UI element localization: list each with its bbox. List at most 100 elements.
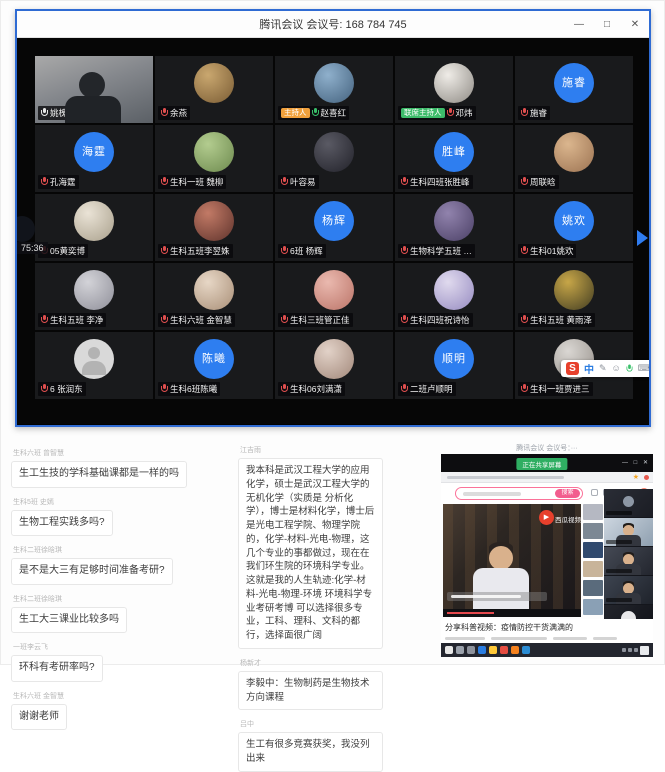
profile-dot-icon [644,475,649,480]
participant-tile[interactable]: 顺明 二班卢顺明 [395,332,513,399]
participant-name: 6班 杨辉 [290,245,323,257]
share-window-controls[interactable]: — □ ✕ [622,459,650,466]
chat-sender: 生科二班徐晗琪 [13,594,233,604]
participant-tile[interactable]: 联席主持人 邓炜 [395,56,513,123]
participant-tile[interactable]: 胜峰 生科四班张胜峰 [395,125,513,192]
meeting-thumbnail[interactable] [604,576,653,604]
system-tray[interactable] [622,646,649,655]
participant-name: 赵喜红 [321,107,347,119]
search-button[interactable]: 搜索 [555,489,580,498]
upload-icon[interactable] [591,489,598,496]
next-page-arrow-icon[interactable] [637,230,648,246]
taskbar-app-icon[interactable] [522,646,530,654]
participant-tile[interactable]: 生物科学五班 … [395,194,513,261]
ime-emoji-icon[interactable]: ☺ [612,360,621,377]
chat-middle-column: 江吉雨 我本科是武汉工程大学的应用化学，硕士是武汉工程大学的无机化学（实质是 分… [238,445,383,772]
taskbar-app-icon[interactable] [456,646,464,654]
play-button-icon[interactable]: ▶ [539,510,554,525]
mic-icon [401,384,408,394]
taskbar-app-icon[interactable] [478,646,486,654]
participant-name: 施睿 [530,107,547,119]
meeting-thumbnail[interactable] [604,547,653,575]
mic-icon [281,246,288,256]
progress-bar[interactable] [443,609,581,617]
chat-sender: 生科5班 史嫣 [13,497,233,507]
participant-tile[interactable]: 余燕 [155,56,273,123]
participant-tile[interactable]: 生科06刘满潇 [275,332,393,399]
ime-language-toggle[interactable]: 中 [584,361,594,376]
name-tag: 联席主持人 邓炜 [398,106,476,120]
participant-name: 生科六班 金智慧 [170,314,232,326]
participant-tile[interactable]: 生科五班李翌姝 [155,194,273,261]
participant-name: 余燕 [170,107,187,119]
taskbar-app-icon[interactable] [489,646,497,654]
meeting-thumbnail[interactable] [604,489,653,517]
taskbar-app-icon[interactable] [467,646,475,654]
participant-tile[interactable]: 主持人 赵喜红 [275,56,393,123]
participant-tile[interactable]: 生科五班 黄雨泽 [515,263,633,330]
participant-tile[interactable]: 生科一班 魏柳 [155,125,273,192]
sogou-logo-icon[interactable]: S [566,362,579,375]
taskbar-app-icon[interactable] [445,646,453,654]
participant-avatar [74,270,114,310]
participant-tile[interactable]: 生科五班 李净 [35,263,153,330]
participant-tile[interactable]: 生科三班管正佳 [275,263,393,330]
participant-name: 生科五班 李净 [50,314,103,326]
bookmark-star-icon[interactable]: ★ [633,473,639,481]
participant-tile[interactable]: 05黄奕博 [35,194,153,261]
related-video-thumb[interactable] [583,523,603,539]
participant-tile[interactable]: 陈曦 生科6班陈曦 [155,332,273,399]
participant-tile[interactable]: 施睿 施睿 [515,56,633,123]
related-video-thumb[interactable] [583,561,603,577]
participant-avatar [434,201,474,241]
participant-tile[interactable]: 杨辉 6班 杨辉 [275,194,393,261]
name-tag: 生科五班 李净 [38,313,106,327]
participant-tile[interactable]: 生科六班 金智慧 [155,263,273,330]
participant-tile[interactable]: 6 张润东 [35,332,153,399]
name-tag: 二班卢顺明 [398,382,456,396]
participant-tile[interactable]: 生科四班祝诗怡 [395,263,513,330]
participant-tile[interactable]: 叶容易 [275,125,393,192]
taskbar-app-icon[interactable] [511,646,519,654]
ime-keyboard-icon[interactable]: ⌨ [638,360,649,377]
search-input[interactable]: 搜索 [455,487,583,500]
taskbar-app-icon[interactable] [500,646,508,654]
mic-icon [521,246,528,256]
ime-pen-icon[interactable]: ✎ [599,360,607,377]
participant-tile[interactable]: 姚槐应 [35,56,153,123]
participant-name: 姚槐应 [50,107,76,119]
chat-sender: 杨新才 [240,658,383,668]
related-video-thumb[interactable] [583,542,603,558]
browser-address-bar[interactable]: ★ [441,472,653,483]
side-panel-handle[interactable] [17,216,35,242]
watermark-label: 西瓜视频 [555,514,581,524]
mic-icon [161,177,168,187]
name-tag: 生科三班管正佳 [278,313,353,327]
name-tag: 生科6班陈曦 [158,382,220,396]
mic-icon [41,108,48,118]
participant-avatar [554,270,594,310]
related-video-thumb[interactable] [583,580,603,596]
related-video-thumb[interactable] [583,599,603,615]
meeting-content: 姚槐应 余燕 主持人 赵喜红 联席主持人 邓炜 施睿 施睿 [17,38,649,424]
participant-name: 邓炜 [456,107,473,119]
name-tag: 6 张润东 [38,382,86,396]
role-badge: 主持人 [281,108,310,118]
mic-icon [41,177,48,187]
participant-tile[interactable]: 海霆 孔海霆 [35,125,153,192]
chat-message-item: 生科5班 史嫣 生物工程实践多吗? [11,497,233,537]
meeting-thumbnail[interactable] [604,518,653,546]
role-badge: 联席主持人 [401,108,445,118]
window-title: 腾讯会议 会议号: 168 784 745 [17,16,649,32]
chat-bubble: 生物工程实践多吗? [11,510,113,537]
name-tag: 生科一班贾进三 [518,382,593,396]
ime-voice-icon[interactable] [626,364,632,373]
participant-tile[interactable]: 姚欢 生科01姚欢 [515,194,633,261]
chat-sender: 生科六班 曾智慧 [13,448,233,458]
chat-message-item: 杨新才 李毅中：生物制药是生物技术方向课程 [238,658,383,711]
participant-avatar [74,339,114,379]
video-player[interactable]: ▶ 西瓜视频 [443,504,581,617]
mic-icon [401,315,408,325]
related-video-thumb[interactable] [583,504,603,520]
participant-tile[interactable]: 周联晗 [515,125,633,192]
